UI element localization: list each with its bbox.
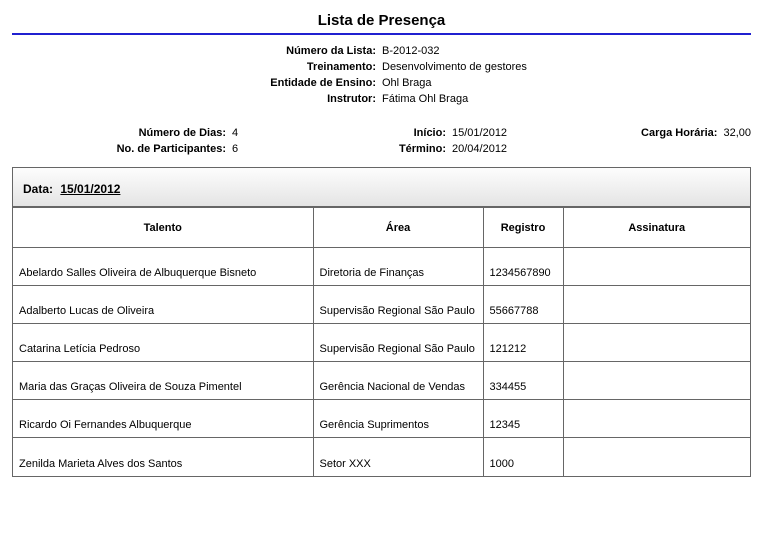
label-numero-dias: Número de Dias: bbox=[12, 127, 232, 139]
row-entidade: Entidade de Ensino: Ohl Braga bbox=[12, 77, 751, 89]
label-entidade: Entidade de Ensino: bbox=[12, 77, 382, 89]
cell-assinatura bbox=[563, 286, 750, 324]
attendance-table: Talento Área Registro Assinatura Abelard… bbox=[13, 207, 750, 476]
value-carga: 32,00 bbox=[723, 127, 751, 139]
cell-area: Gerência Nacional de Vendas bbox=[313, 362, 483, 400]
label-termino: Término: bbox=[252, 143, 452, 155]
cell-assinatura bbox=[563, 400, 750, 438]
page-title: Lista de Presença bbox=[12, 12, 751, 29]
label-treinamento: Treinamento: bbox=[12, 61, 382, 73]
table-row: Maria das Graças Oliveira de Souza Pimen… bbox=[13, 362, 750, 400]
row-numero-lista: Número da Lista: B-2012-032 bbox=[12, 45, 751, 57]
label-participantes: No. de Participantes: bbox=[12, 143, 232, 155]
cell-registro: 334455 bbox=[483, 362, 563, 400]
label-inicio: Início: bbox=[252, 127, 452, 139]
value-inicio: 15/01/2012 bbox=[452, 127, 507, 139]
value-numero-lista: B-2012-032 bbox=[382, 45, 440, 57]
summary-block: Número de Dias: 4 Início: 15/01/2012 Car… bbox=[12, 127, 751, 155]
attendance-report: Lista de Presença Número da Lista: B-201… bbox=[0, 0, 763, 489]
label-carga: Carga Horária: bbox=[593, 127, 723, 139]
row-instrutor: Instrutor: Fátima Ohl Braga bbox=[12, 93, 751, 105]
table-row: Adalberto Lucas de OliveiraSupervisão Re… bbox=[13, 286, 750, 324]
cell-area: Supervisão Regional São Paulo bbox=[313, 324, 483, 362]
cell-area: Setor XXX bbox=[313, 438, 483, 476]
value-participantes: 6 bbox=[232, 143, 238, 155]
summary-row-2: No. de Participantes: 6 Término: 20/04/2… bbox=[12, 143, 751, 155]
value-numero-dias: 4 bbox=[232, 127, 238, 139]
value-termino: 20/04/2012 bbox=[452, 143, 507, 155]
label-instrutor: Instrutor: bbox=[12, 93, 382, 105]
cell-assinatura bbox=[563, 324, 750, 362]
cell-registro: 1234567890 bbox=[483, 248, 563, 286]
th-talento: Talento bbox=[13, 208, 313, 248]
title-divider bbox=[12, 33, 751, 35]
cell-registro: 55667788 bbox=[483, 286, 563, 324]
cell-area: Supervisão Regional São Paulo bbox=[313, 286, 483, 324]
cell-area: Diretoria de Finanças bbox=[313, 248, 483, 286]
cell-registro: 121212 bbox=[483, 324, 563, 362]
label-data: Data: bbox=[23, 182, 53, 196]
cell-talento: Abelardo Salles Oliveira de Albuquerque … bbox=[13, 248, 313, 286]
table-row: Zenilda Marieta Alves dos SantosSetor XX… bbox=[13, 438, 750, 476]
table-row: Ricardo Oi Fernandes AlbuquerqueGerência… bbox=[13, 400, 750, 438]
value-entidade: Ohl Braga bbox=[382, 77, 432, 89]
cell-assinatura bbox=[563, 438, 750, 476]
attendance-table-container: Data: 15/01/2012 Talento Área Registro A… bbox=[12, 167, 751, 477]
table-header-row: Talento Área Registro Assinatura bbox=[13, 208, 750, 248]
cell-area: Gerência Suprimentos bbox=[313, 400, 483, 438]
attendance-date-header: Data: 15/01/2012 bbox=[13, 168, 750, 207]
cell-assinatura bbox=[563, 362, 750, 400]
table-row: Catarina Letícia PedrosoSupervisão Regio… bbox=[13, 324, 750, 362]
value-data: 15/01/2012 bbox=[60, 182, 120, 196]
summary-row-1: Número de Dias: 4 Início: 15/01/2012 Car… bbox=[12, 127, 751, 139]
value-instrutor: Fátima Ohl Braga bbox=[382, 93, 468, 105]
header-info-block: Número da Lista: B-2012-032 Treinamento:… bbox=[12, 45, 751, 105]
label-numero-lista: Número da Lista: bbox=[12, 45, 382, 57]
cell-talento: Catarina Letícia Pedroso bbox=[13, 324, 313, 362]
cell-talento: Adalberto Lucas de Oliveira bbox=[13, 286, 313, 324]
cell-registro: 12345 bbox=[483, 400, 563, 438]
row-treinamento: Treinamento: Desenvolvimento de gestores bbox=[12, 61, 751, 73]
cell-assinatura bbox=[563, 248, 750, 286]
cell-talento: Zenilda Marieta Alves dos Santos bbox=[13, 438, 313, 476]
table-row: Abelardo Salles Oliveira de Albuquerque … bbox=[13, 248, 750, 286]
th-assinatura: Assinatura bbox=[563, 208, 750, 248]
th-area: Área bbox=[313, 208, 483, 248]
cell-registro: 1000 bbox=[483, 438, 563, 476]
cell-talento: Ricardo Oi Fernandes Albuquerque bbox=[13, 400, 313, 438]
value-treinamento: Desenvolvimento de gestores bbox=[382, 61, 527, 73]
th-registro: Registro bbox=[483, 208, 563, 248]
cell-talento: Maria das Graças Oliveira de Souza Pimen… bbox=[13, 362, 313, 400]
